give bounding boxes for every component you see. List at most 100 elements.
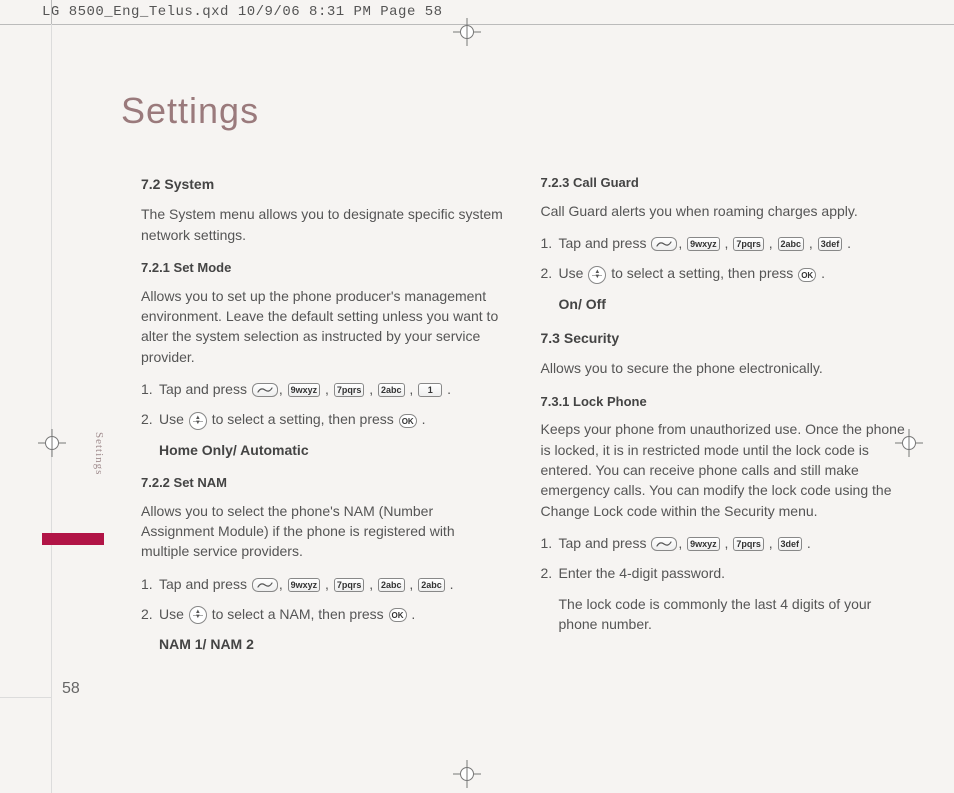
para-system: The System menu allows you to designate … [141, 204, 507, 245]
keypad-9-icon: 9wxyz [687, 237, 720, 251]
nav-updown-key-icon [189, 606, 207, 624]
step: 2. Use to select a NAM, then press OK . [141, 604, 507, 624]
sep: . [443, 381, 451, 397]
keypad-7-icon: 7pqrs [733, 237, 764, 251]
sep: . [803, 535, 811, 551]
step-text: Tap and press [159, 381, 251, 397]
step-number: 1. [141, 574, 153, 594]
step: 2. Use to select a setting, then press O… [541, 263, 907, 283]
sep: , [721, 535, 733, 551]
keypad-7-icon: 7pqrs [334, 383, 365, 397]
margin-rule-horizontal [0, 697, 51, 698]
option-values: On/ Off [559, 294, 907, 314]
para-call-guard: Call Guard alerts you when roaming charg… [541, 201, 907, 221]
keypad-9-icon: 9wxyz [288, 383, 321, 397]
heading-call-guard: 7.2.3 Call Guard [541, 174, 907, 193]
step-number: 2. [141, 409, 153, 429]
sep: , [721, 235, 733, 251]
step-number: 1. [541, 533, 553, 553]
sep: . [817, 265, 825, 281]
step-text: Tap and press [559, 235, 651, 251]
keypad-2-icon: 2abc [418, 578, 445, 592]
crop-tick-top-left [51, 0, 52, 24]
sep: , [365, 381, 377, 397]
para-security: Allows you to secure the phone electroni… [541, 358, 907, 378]
column-right: 7.2.3 Call Guard Call Guard alerts you w… [541, 170, 907, 683]
print-header-slug: LG 8500_Eng_Telus.qxd 10/9/06 8:31 PM Pa… [42, 4, 443, 20]
para-set-nam: Allows you to select the phone's NAM (Nu… [141, 501, 507, 562]
menu-key-icon [651, 237, 677, 251]
keypad-7-icon: 7pqrs [733, 537, 764, 551]
nav-updown-key-icon [588, 266, 606, 284]
step-text: Use [159, 411, 188, 427]
heading-system: 7.2 System [141, 174, 507, 194]
sep: , [321, 576, 333, 592]
step-text: to select a setting, then press [212, 411, 398, 427]
sep: . [408, 606, 416, 622]
step: 2. Enter the 4-digit password. [541, 563, 907, 583]
heading-set-mode: 7.2.1 Set Mode [141, 259, 507, 278]
registration-mark-icon [453, 18, 481, 46]
step: 1. Tap and press , 9wxyz , 7pqrs , 2abc … [541, 233, 907, 253]
keypad-9-icon: 9wxyz [687, 537, 720, 551]
sep: , [765, 235, 777, 251]
menu-key-icon [651, 537, 677, 551]
registration-mark-icon [38, 429, 66, 457]
menu-key-icon [252, 383, 278, 397]
heading-set-nam: 7.2.2 Set NAM [141, 474, 507, 493]
keypad-1-icon: 1 [418, 383, 442, 397]
manual-page: LG 8500_Eng_Telus.qxd 10/9/06 8:31 PM Pa… [0, 0, 954, 793]
keypad-3-icon: 3def [778, 537, 803, 551]
para-lock-phone: Keeps your phone from unauthorized use. … [541, 419, 907, 520]
keypad-3-icon: 3def [818, 237, 843, 251]
step: 1. Tap and press , 9wxyz , 7pqrs , 3def … [541, 533, 907, 553]
option-values: Home Only/ Automatic [159, 440, 507, 460]
step-number: 2. [141, 604, 153, 624]
keypad-2-icon: 2abc [778, 237, 805, 251]
step-number: 2. [541, 563, 553, 583]
step-number: 1. [541, 233, 553, 253]
page-title: Settings [121, 90, 259, 132]
keypad-9-icon: 9wxyz [288, 578, 321, 592]
step: 1. Tap and press , 9wxyz , 7pqrs , 2abc … [141, 379, 507, 399]
sep: , [406, 381, 418, 397]
sep: , [406, 576, 418, 592]
sep: . [843, 235, 851, 251]
sep: , [321, 381, 333, 397]
ok-key-icon: OK [399, 414, 417, 428]
step: 2. Use to select a setting, then press O… [141, 409, 507, 429]
option-values: NAM 1/ NAM 2 [159, 634, 507, 654]
step-text: Enter the 4-digit password. [559, 565, 726, 581]
ok-key-icon: OK [389, 608, 407, 622]
nav-updown-key-icon [189, 412, 207, 430]
page-number: 58 [62, 680, 80, 698]
step-text: Use [159, 606, 188, 622]
step-text: Use [559, 265, 588, 281]
sep: . [446, 576, 454, 592]
menu-key-icon [252, 578, 278, 592]
section-index-tab [42, 533, 104, 545]
step-number: 2. [541, 263, 553, 283]
margin-rule-vertical [51, 24, 52, 793]
ok-key-icon: OK [798, 268, 816, 282]
section-side-label: Settings [93, 432, 105, 475]
step-text: Tap and press [159, 576, 251, 592]
content-columns: 7.2 System The System menu allows you to… [141, 170, 906, 683]
para-lock-hint: The lock code is commonly the last 4 dig… [559, 594, 907, 635]
keypad-2-icon: 2abc [378, 383, 405, 397]
keypad-2-icon: 2abc [378, 578, 405, 592]
sep: , [805, 235, 817, 251]
sep: . [418, 411, 426, 427]
registration-mark-icon [453, 760, 481, 788]
column-left: 7.2 System The System menu allows you to… [141, 170, 507, 683]
step: 1. Tap and press , 9wxyz , 7pqrs , 2abc … [141, 574, 507, 594]
sep: , [365, 576, 377, 592]
keypad-7-icon: 7pqrs [334, 578, 365, 592]
step-text: to select a NAM, then press [212, 606, 388, 622]
step-number: 1. [141, 379, 153, 399]
heading-security: 7.3 Security [541, 328, 907, 348]
heading-lock-phone: 7.3.1 Lock Phone [541, 393, 907, 412]
sep: , [765, 535, 777, 551]
step-text: to select a setting, then press [611, 265, 797, 281]
step-text: Tap and press [559, 535, 651, 551]
